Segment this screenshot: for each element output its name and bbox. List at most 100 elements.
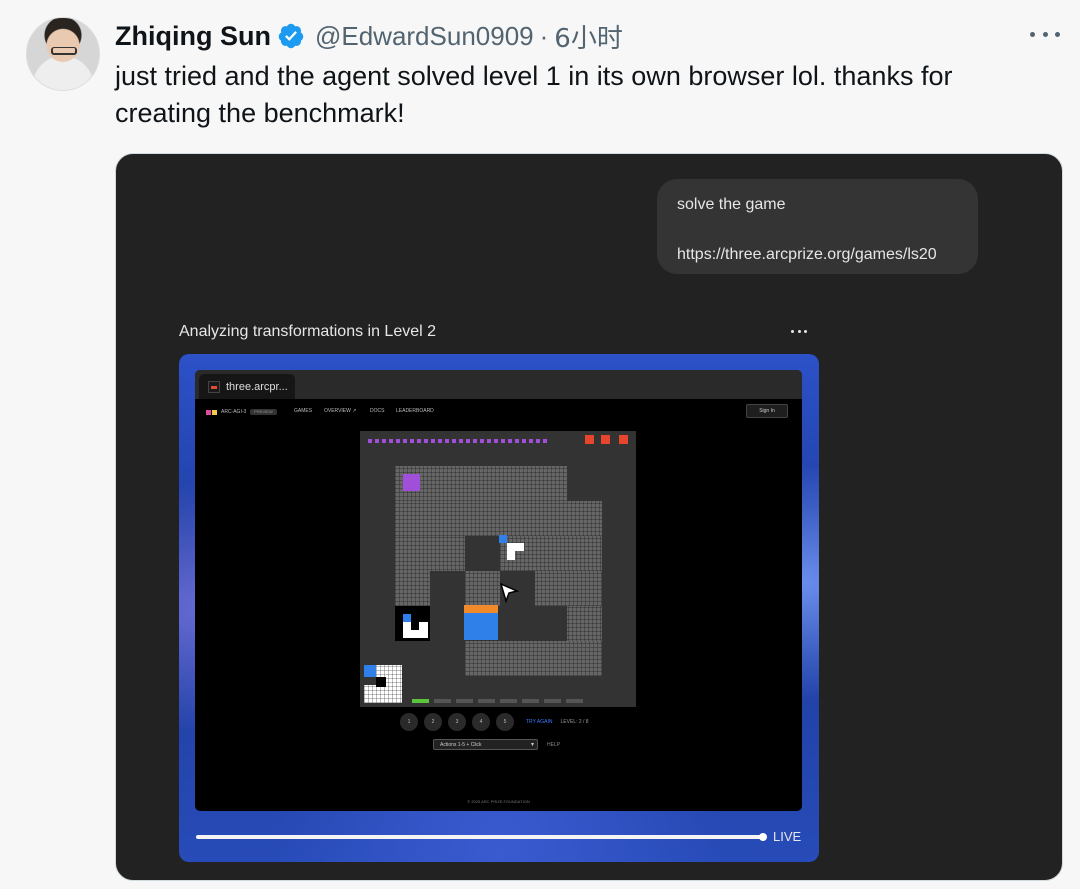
level-progress-cell [544,699,561,703]
nav-leaderboard[interactable]: LEADERBOARD [396,408,434,414]
hole-2 [430,571,465,641]
hole-1 [465,536,500,571]
level-progress-cell [434,699,451,703]
purple-dot [522,439,526,443]
help-link[interactable]: HELP [547,742,560,748]
site-nav: ARC-AGI-3 PREVIEW GAMES OVERVIEW ↗ DOCS … [195,399,802,425]
action-button-3[interactable]: 3 [448,713,466,731]
floor-tile-3 [500,536,602,571]
nav-docs[interactable]: DOCS [370,408,384,414]
game-controls: 1 2 3 4 5 TRY AGAIN LEVEL: 2 / 8 [400,713,589,731]
display-name[interactable]: Zhiqing Sun [115,21,271,52]
browser-tabbar: three.arcpr... [195,370,802,399]
nav-games[interactable]: GAMES [294,408,312,414]
player-orange [464,605,498,613]
avatar[interactable] [26,17,100,91]
purple-block [403,474,420,491]
purple-dot [445,439,449,443]
pattern-blue [364,665,376,677]
blue-marker [499,535,507,543]
favicon-icon [208,380,220,393]
purple-dot [508,439,512,443]
purple-dot [543,439,547,443]
socket-blue [403,614,411,622]
browser-window: three.arcpr... ARC-AGI-3 PREVIEW GAMES O… [195,370,802,811]
media-video[interactable]: solve the game https://three.arcprize.or… [115,153,1063,881]
red-life-square [601,435,610,444]
status-more-icon[interactable] [791,330,807,334]
chat-line-1: solve the game [677,196,786,213]
browser-tab[interactable]: three.arcpr... [199,374,295,399]
purple-dot [396,439,400,443]
live-badge: LIVE [773,829,802,844]
floor-tile-0 [395,466,567,501]
level-indicator: LEVEL: 2 / 8 [560,719,589,725]
level-progress-cell [412,699,429,703]
level-progress-cell [478,699,495,703]
site-brand: ARC-AGI-3 [221,409,247,415]
purple-dot [501,439,505,443]
separator: · [539,20,549,51]
video-progress[interactable] [196,835,762,839]
progress-handle[interactable] [759,833,767,841]
purple-dot [368,439,372,443]
purple-dot [424,439,428,443]
pattern-gap [376,677,386,687]
purple-dot [480,439,484,443]
purple-dot [389,439,393,443]
action-button-1[interactable]: 1 [400,713,418,731]
purple-dot [382,439,386,443]
pattern-white-b [364,685,378,703]
hole-4 [500,606,567,641]
avatar-glasses [51,47,77,55]
purple-dot [536,439,540,443]
actions-select-value: Actions 1-5 + Click [440,741,482,748]
stream-frame: three.arcpr... ARC-AGI-3 PREVIEW GAMES O… [179,354,819,862]
purple-dot [494,439,498,443]
nav-overview[interactable]: OVERVIEW ↗ [324,408,356,414]
purple-dot [466,439,470,443]
verified-icon [278,23,304,49]
more-icon[interactable] [1030,24,1060,44]
signin-button[interactable]: Sign In [746,404,788,418]
floor-tile-5 [395,571,430,606]
purple-dot [515,439,519,443]
logo-square-yellow [212,409,217,415]
copyright: © 2025 ARC PRIZE FOUNDATION [467,799,530,804]
floor-tile-7 [465,641,602,676]
level-progress-cell [566,699,583,703]
action-button-4[interactable]: 4 [472,713,490,731]
cursor-icon [499,582,520,604]
status-title: Analyzing transformations in Level 2 [179,323,437,340]
purple-dot [473,439,477,443]
actions-select[interactable]: Actions 1-5 + Click ▾ [433,739,538,750]
purple-dot [487,439,491,443]
preview-badge: PREVIEW [250,409,277,415]
chat-bubble: solve the game https://three.arcprize.or… [657,179,978,274]
try-again-link[interactable]: TRY AGAIN [526,719,553,725]
action-button-2[interactable]: 2 [424,713,442,731]
site-logo[interactable]: ARC-AGI-3 PREVIEW [206,409,277,415]
purple-dot [438,439,442,443]
floor-tile-1 [395,501,602,536]
purple-dot [417,439,421,443]
purple-dot [403,439,407,443]
game-board[interactable] [360,431,636,707]
socket-notch [411,622,419,630]
level-progress-cell [522,699,539,703]
timestamp[interactable]: 6小时 [554,18,623,55]
action-button-5[interactable]: 5 [496,713,514,731]
player-blue [464,613,498,640]
handle[interactable]: @EdwardSun0909 [315,21,534,52]
chevron-down-icon: ▾ [530,742,534,748]
purple-dot [459,439,463,443]
purple-dot [529,439,533,443]
tweet-header: Zhiqing Sun @EdwardSun0909 · 6小时 [115,18,623,54]
level-progress-cell [500,699,517,703]
purple-dot [410,439,414,443]
purple-dot [375,439,379,443]
logo-square-pink [206,409,211,415]
level-progress-cell [456,699,473,703]
red-life-square [585,435,594,444]
purple-dot [431,439,435,443]
